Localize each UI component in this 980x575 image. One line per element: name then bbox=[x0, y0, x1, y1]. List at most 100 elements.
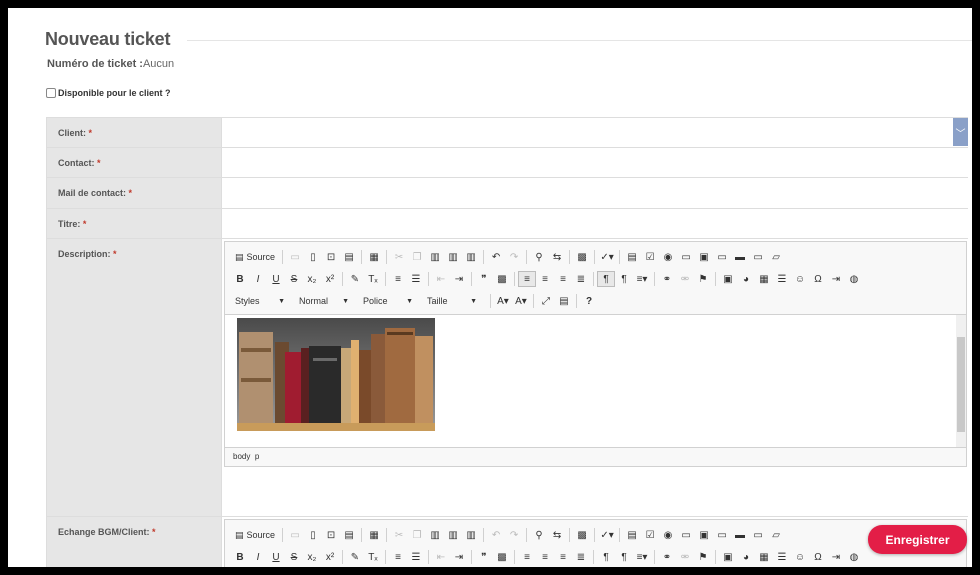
client-select[interactable]: ﹀ bbox=[221, 118, 968, 147]
chevron-down-icon[interactable]: ﹀ bbox=[953, 118, 968, 146]
editor-scrollbar[interactable] bbox=[956, 315, 966, 447]
preview-icon[interactable]: ⊡ bbox=[322, 527, 340, 543]
templates-icon[interactable]: ▦ bbox=[365, 527, 383, 543]
image-icon[interactable]: ▣ bbox=[719, 271, 737, 287]
source-button[interactable]: ▤ Source bbox=[231, 527, 279, 543]
find-icon[interactable]: ⚲ bbox=[530, 249, 548, 265]
paste-icon[interactable]: ▥ bbox=[426, 527, 444, 543]
templates-icon[interactable]: ▦ bbox=[365, 249, 383, 265]
new-page-icon[interactable]: ▯ bbox=[304, 249, 322, 265]
italic-icon[interactable]: I bbox=[249, 549, 267, 565]
rtl-icon[interactable]: ¶ bbox=[615, 549, 633, 565]
image-button-icon[interactable]: ▭ bbox=[749, 527, 767, 543]
table-icon[interactable]: ▦ bbox=[755, 271, 773, 287]
radio-icon[interactable]: ◉ bbox=[659, 249, 677, 265]
anchor-icon[interactable]: ⚑ bbox=[694, 549, 712, 565]
align-center-icon[interactable]: ≡ bbox=[536, 271, 554, 287]
new-page-icon[interactable]: ▯ bbox=[304, 527, 322, 543]
size-combo[interactable]: Taille ▼ bbox=[423, 293, 481, 309]
select-all-icon[interactable]: ▩ bbox=[573, 249, 591, 265]
undo-icon[interactable]: ↶ bbox=[487, 249, 505, 265]
replace-icon[interactable]: ⇆ bbox=[548, 527, 566, 543]
undo-icon[interactable]: ↶ bbox=[487, 527, 505, 543]
ltr-icon[interactable]: ¶ bbox=[597, 549, 615, 565]
source-button[interactable]: ▤ Source bbox=[231, 249, 279, 265]
contact-field[interactable] bbox=[221, 148, 968, 177]
titre-field[interactable] bbox=[221, 209, 968, 238]
print-icon[interactable]: ▤ bbox=[340, 249, 358, 265]
scrollbar-thumb[interactable] bbox=[957, 337, 965, 432]
special-char-icon[interactable]: Ω bbox=[809, 271, 827, 287]
form-icon[interactable]: ▤ bbox=[623, 249, 641, 265]
redo-icon[interactable]: ↷ bbox=[505, 527, 523, 543]
show-blocks-icon[interactable]: ▤ bbox=[555, 293, 573, 309]
select-all-icon[interactable]: ▩ bbox=[573, 527, 591, 543]
strike-icon[interactable]: S bbox=[285, 549, 303, 565]
image-icon[interactable]: ▣ bbox=[719, 549, 737, 565]
mail-field[interactable] bbox=[221, 178, 968, 208]
button-icon[interactable]: ▬ bbox=[731, 249, 749, 265]
textarea-icon[interactable]: ▣ bbox=[695, 249, 713, 265]
flash-icon[interactable]: ◕ bbox=[737, 549, 755, 565]
bold-icon[interactable]: B bbox=[231, 549, 249, 565]
select-icon[interactable]: ▭ bbox=[713, 249, 731, 265]
textarea-icon[interactable]: ▣ bbox=[695, 527, 713, 543]
format-combo[interactable]: Normal ▼ bbox=[295, 293, 353, 309]
smiley-icon[interactable]: ☺ bbox=[791, 549, 809, 565]
language-icon[interactable]: ≡▾ bbox=[633, 549, 651, 565]
italic-icon[interactable]: I bbox=[249, 271, 267, 287]
special-char-icon[interactable]: Ω bbox=[809, 549, 827, 565]
anchor-icon[interactable]: ⚑ bbox=[694, 271, 712, 287]
paste-icon[interactable]: ▥ bbox=[426, 249, 444, 265]
align-left-icon[interactable]: ≡ bbox=[518, 271, 536, 287]
strike-icon[interactable]: S bbox=[285, 271, 303, 287]
copy-format-icon[interactable]: ✎ bbox=[346, 549, 364, 565]
find-icon[interactable]: ⚲ bbox=[530, 527, 548, 543]
save-button[interactable]: Enregistrer bbox=[868, 525, 967, 554]
preview-icon[interactable]: ⊡ bbox=[322, 249, 340, 265]
align-right-icon[interactable]: ≡ bbox=[554, 549, 572, 565]
paste-text-icon[interactable]: ▥ bbox=[444, 527, 462, 543]
button-icon[interactable]: ▬ bbox=[731, 527, 749, 543]
subscript-icon[interactable]: x₂ bbox=[303, 271, 321, 287]
language-icon[interactable]: ≡▾ bbox=[633, 271, 651, 287]
superscript-icon[interactable]: x² bbox=[321, 549, 339, 565]
form-icon[interactable]: ▤ bbox=[623, 527, 641, 543]
path-body[interactable]: body bbox=[233, 452, 250, 461]
styles-combo[interactable]: Styles ▼ bbox=[231, 293, 289, 309]
blockquote-icon[interactable]: ❞ bbox=[475, 271, 493, 287]
remove-format-icon[interactable]: Tₓ bbox=[364, 271, 382, 287]
hidden-field-icon[interactable]: ▱ bbox=[767, 249, 785, 265]
cut-icon[interactable]: ✂ bbox=[390, 527, 408, 543]
underline-icon[interactable]: U bbox=[267, 271, 285, 287]
link-icon[interactable]: ⚭ bbox=[658, 549, 676, 565]
radio-icon[interactable]: ◉ bbox=[659, 527, 677, 543]
path-p[interactable]: p bbox=[255, 452, 259, 461]
bg-color-icon[interactable]: A▾ bbox=[512, 293, 530, 309]
horizontal-rule-icon[interactable]: ☰ bbox=[773, 549, 791, 565]
paste-text-icon[interactable]: ▥ bbox=[444, 249, 462, 265]
horizontal-rule-icon[interactable]: ☰ bbox=[773, 271, 791, 287]
cut-icon[interactable]: ✂ bbox=[390, 249, 408, 265]
copy-icon[interactable]: ❐ bbox=[408, 249, 426, 265]
checkbox-icon[interactable]: ☑ bbox=[641, 249, 659, 265]
checkbox-icon[interactable]: ☑ bbox=[641, 527, 659, 543]
table-icon[interactable]: ▦ bbox=[755, 549, 773, 565]
spellcheck-icon[interactable]: ✓▾ bbox=[598, 249, 616, 265]
paste-word-icon[interactable]: ▥ bbox=[462, 249, 480, 265]
smiley-icon[interactable]: ☺ bbox=[791, 271, 809, 287]
image-button-icon[interactable]: ▭ bbox=[749, 249, 767, 265]
textfield-icon[interactable]: ▭ bbox=[677, 249, 695, 265]
text-color-icon[interactable]: A▾ bbox=[494, 293, 512, 309]
unlink-icon[interactable]: ⚮ bbox=[676, 549, 694, 565]
iframe-icon[interactable]: ◍ bbox=[845, 271, 863, 287]
hidden-field-icon[interactable]: ▱ bbox=[767, 527, 785, 543]
bullet-list-icon[interactable]: ☰ bbox=[407, 271, 425, 287]
redo-icon[interactable]: ↷ bbox=[505, 249, 523, 265]
editor-content[interactable] bbox=[225, 315, 966, 448]
dispo-option[interactable]: Disponible pour le client ? bbox=[46, 88, 171, 98]
print-icon[interactable]: ▤ bbox=[340, 527, 358, 543]
div-icon[interactable]: ▩ bbox=[493, 271, 511, 287]
numbered-list-icon[interactable]: ≡ bbox=[389, 271, 407, 287]
outdent-icon[interactable]: ⇤ bbox=[432, 271, 450, 287]
